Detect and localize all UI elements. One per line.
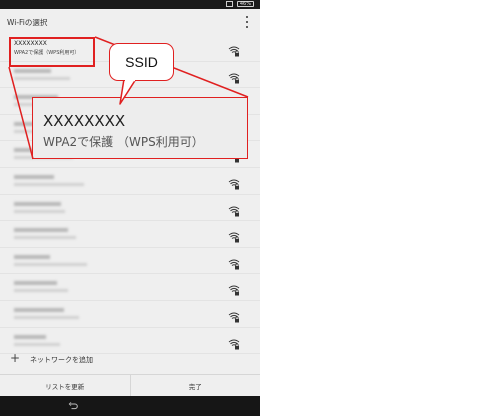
status-bar: 46% [0,0,260,9]
network-row[interactable] [0,195,260,222]
refresh-list-button[interactable]: リストを更新 [0,375,130,397]
wifi-lock-icon [228,255,240,270]
network-security [14,209,65,213]
ssid-highlight-box [9,37,95,67]
add-network-label: ネットワークを追加 [30,356,93,364]
network-security [14,342,60,346]
ssid-zoom-callout: XXXXXXXX WPA2で保護 （WPS利用可） [32,97,248,159]
battery-indicator: 46% [236,1,254,7]
page-title: Wi-Fiの選択 [7,18,48,27]
button-bar: リストを更新 完了 [0,374,260,397]
network-list: XXXXXXXX WPA2で保護（WPS利用可） [0,35,260,355]
wifi-lock-icon [228,175,240,190]
wifi-lock-icon [228,202,240,217]
network-row[interactable] [0,301,260,328]
wifi-lock-icon [228,281,240,296]
title-bar: Wi-Fiの選択 [0,9,260,35]
status-icons: 46% [225,1,254,7]
network-ssid [14,68,51,73]
network-ssid [14,228,68,233]
ssid-label-bubble: SSID [109,43,174,81]
wifi-lock-icon [228,42,240,57]
more-vert-icon[interactable] [244,16,250,28]
notification-icon [225,1,233,7]
wifi-lock-icon [228,69,240,84]
network-security [14,262,87,266]
network-security [14,76,70,80]
network-security [14,182,84,186]
network-ssid [14,174,54,179]
network-security [14,289,68,293]
wifi-lock-icon [228,335,240,350]
network-row[interactable] [0,168,260,195]
network-ssid [14,201,61,206]
done-button[interactable]: 完了 [129,375,261,397]
network-ssid [14,307,64,312]
network-row[interactable] [0,221,260,248]
add-network-button[interactable]: + ネットワークを追加 [0,347,260,371]
plus-icon: + [10,351,21,365]
wifi-lock-icon [228,308,240,323]
back-icon[interactable] [68,401,78,411]
network-row[interactable] [0,274,260,301]
network-ssid [14,254,50,259]
network-row[interactable] [0,248,260,275]
network-ssid [14,281,57,286]
navigation-bar [0,396,260,416]
network-security [14,236,76,240]
zoom-security-text: WPA2で保護 （WPS利用可） [43,135,204,149]
zoom-ssid-text: XXXXXXXX [43,112,126,130]
wifi-lock-icon [228,228,240,243]
network-ssid [14,334,46,339]
network-security [14,315,79,319]
